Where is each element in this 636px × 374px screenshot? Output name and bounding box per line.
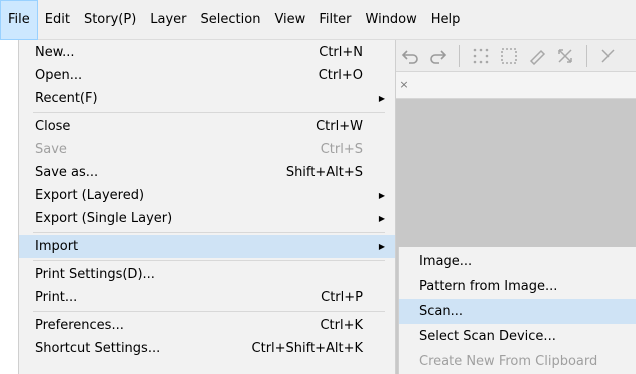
submenu-item-image[interactable]: Image... — [399, 249, 636, 274]
menu-item-label: Save — [35, 142, 67, 157]
canvas-tab-bar: × — [385, 72, 636, 99]
menu-item-print[interactable]: Print... Ctrl+P — [19, 286, 395, 309]
menu-item-label: Scan... — [419, 304, 464, 319]
menu-layer[interactable]: Layer — [143, 0, 193, 40]
command-bar — [385, 40, 636, 72]
submenu-item-create-new-from-clipboard: Create New From Clipboard — [399, 349, 636, 374]
submenu-item-select-scan-device[interactable]: Select Scan Device... — [399, 324, 636, 349]
menu-separator — [33, 311, 385, 312]
menu-item-label: Shortcut Settings... — [35, 341, 161, 356]
menu-item-label: Open... — [35, 68, 83, 83]
menu-item-label: Print... — [35, 290, 78, 305]
menu-item-import[interactable]: Import ▶ — [19, 235, 395, 258]
toolbar-divider — [586, 44, 587, 67]
menu-item-label: Export (Layered) — [35, 188, 145, 203]
menu-item-shortcut: Shift+Alt+S — [285, 165, 363, 180]
menu-item-label: Recent(F) — [35, 91, 98, 106]
menu-item-shortcut: Ctrl+N — [319, 45, 363, 60]
menu-item-export-layered[interactable]: Export (Layered) ▶ — [19, 184, 395, 207]
menu-item-label: Import — [35, 239, 79, 254]
menu-item-close[interactable]: Close Ctrl+W — [19, 115, 395, 138]
menu-item-export-single-layer[interactable]: Export (Single Layer) ▶ — [19, 207, 395, 230]
submenu-arrow-icon: ▶ — [378, 191, 385, 200]
submenu-item-pattern-from-image[interactable]: Pattern from Image... — [399, 274, 636, 299]
toolbar-divider — [459, 44, 460, 67]
menu-item-print-settings[interactable]: Print Settings(D)... — [19, 263, 395, 286]
menu-filter[interactable]: Filter — [312, 0, 358, 40]
submenu-item-scan[interactable]: Scan... — [399, 299, 636, 324]
menu-item-recent[interactable]: Recent(F) ▶ — [19, 87, 395, 110]
menu-item-shortcut: Ctrl+K — [320, 318, 363, 333]
menu-item-preferences[interactable]: Preferences... Ctrl+K — [19, 314, 395, 337]
close-icon[interactable]: × — [395, 76, 413, 94]
lasso-icon[interactable] — [526, 45, 548, 67]
deselect-icon[interactable] — [498, 45, 520, 67]
redo-icon[interactable] — [427, 45, 449, 67]
menu-item-label: Preferences... — [35, 318, 124, 333]
menu-window[interactable]: Window — [359, 0, 424, 40]
menu-item-shortcut-settings[interactable]: Shortcut Settings... Ctrl+Shift+Alt+K — [19, 337, 395, 360]
menu-selection[interactable]: Selection — [194, 0, 268, 40]
menu-edit[interactable]: Edit — [38, 0, 77, 40]
menu-story[interactable]: Story(P) — [77, 0, 143, 40]
menu-item-label: Select Scan Device... — [419, 329, 556, 344]
menu-item-shortcut: Ctrl+O — [318, 68, 363, 83]
menu-item-label: Pattern from Image... — [419, 279, 558, 294]
menu-item-label: New... — [35, 45, 75, 60]
menu-item-open[interactable]: Open... Ctrl+O — [19, 64, 395, 87]
clear-icon[interactable] — [597, 45, 619, 67]
menu-help[interactable]: Help — [424, 0, 468, 40]
file-menu-dropdown: New... Ctrl+N Open... Ctrl+O Recent(F) ▶… — [18, 40, 396, 374]
menu-item-label: Create New From Clipboard — [419, 354, 598, 369]
menu-item-shortcut: Ctrl+Shift+Alt+K — [251, 341, 363, 356]
submenu-arrow-icon: ▶ — [378, 214, 385, 223]
menu-item-label: Save as... — [35, 165, 99, 180]
submenu-arrow-icon: ▶ — [378, 94, 385, 103]
menu-item-label: Print Settings(D)... — [35, 267, 155, 282]
menu-item-label: Export (Single Layer) — [35, 211, 173, 226]
menu-item-save-as[interactable]: Save as... Shift+Alt+S — [19, 161, 395, 184]
menu-item-save: Save Ctrl+S — [19, 138, 395, 161]
transform-icon[interactable] — [554, 45, 576, 67]
menu-item-label: Close — [35, 119, 71, 134]
select-all-icon[interactable] — [470, 45, 492, 67]
menu-separator — [33, 260, 385, 261]
submenu-arrow-icon: ▶ — [378, 242, 385, 251]
menu-item-shortcut: Ctrl+S — [320, 142, 363, 157]
undo-icon[interactable] — [399, 45, 421, 67]
import-submenu: Image... Pattern from Image... Scan... S… — [398, 247, 636, 374]
menu-item-new[interactable]: New... Ctrl+N — [19, 41, 395, 64]
menu-separator — [33, 232, 385, 233]
menu-item-shortcut: Ctrl+W — [316, 119, 363, 134]
menu-item-shortcut: Ctrl+P — [321, 290, 363, 305]
menu-bar: File Edit Story(P) Layer Selection View … — [0, 0, 636, 40]
menu-file[interactable]: File — [0, 0, 38, 40]
menu-view[interactable]: View — [267, 0, 312, 40]
menu-item-label: Image... — [419, 254, 473, 269]
menu-separator — [33, 112, 385, 113]
